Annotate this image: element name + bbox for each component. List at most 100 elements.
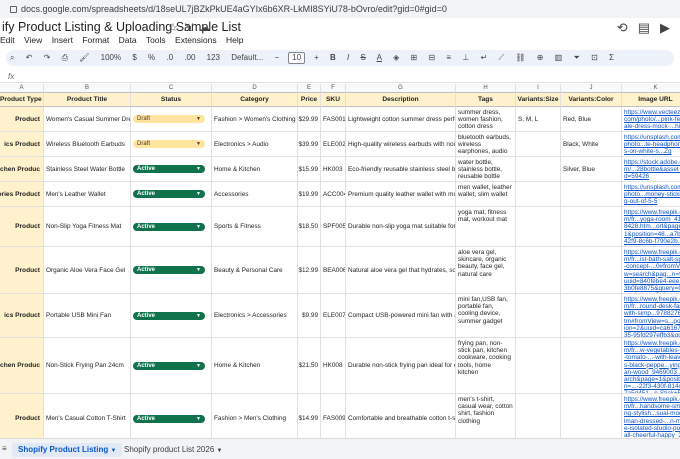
hdr-product-type[interactable]: Product Type	[0, 93, 44, 107]
cell-title[interactable]: Stainless Steel Water Bottle	[44, 157, 131, 182]
fill-color-icon[interactable]: ◈	[393, 53, 399, 62]
cell-size[interactable]	[516, 338, 561, 394]
cell-title[interactable]: Portable USB Mini Fan	[44, 294, 131, 338]
cell-size[interactable]	[516, 247, 561, 294]
cell-color[interactable]: Red, Blue	[561, 107, 622, 132]
cell-type[interactable]: ories Product	[0, 182, 44, 207]
comment-add-icon[interactable]: ⊕	[537, 53, 544, 62]
cell-category[interactable]: Sports & Fitness	[212, 207, 298, 247]
cell-image[interactable]: https://www.freepik.com/fr...handsome-sm…	[622, 394, 680, 438]
cell-image[interactable]: https://unsplash.com/photo...money-stick…	[622, 182, 680, 207]
column-header-c[interactable]: C	[131, 84, 212, 93]
increase-decimal-button[interactable]: .00	[184, 53, 195, 62]
bold-button[interactable]: B	[330, 53, 336, 62]
cell-color[interactable]	[561, 394, 622, 438]
cell-category[interactable]: Home & Kitchen	[212, 338, 298, 394]
cell-category[interactable]: Accessories	[212, 182, 298, 207]
menu-help[interactable]: Help	[226, 35, 243, 45]
menu-extensions[interactable]: Extensions	[175, 35, 217, 45]
wrap-icon[interactable]: ↵	[481, 53, 488, 62]
column-header-h[interactable]: H	[456, 84, 516, 93]
status-chip[interactable]: Active ▼	[133, 165, 205, 173]
font-size-decrease[interactable]: −	[274, 53, 279, 62]
cell-price[interactable]: $19.99	[298, 182, 321, 207]
paint-format-icon[interactable]: 🖌	[79, 53, 89, 62]
link-icon[interactable]: ⛓	[515, 53, 525, 62]
cell-price[interactable]: $39.99	[298, 132, 321, 157]
cell-tags[interactable]: summer dress, women fashion, cotton dres…	[456, 107, 516, 132]
cell-image[interactable]: https://www.freepik.com/fr...round-desk-…	[622, 294, 680, 338]
all-sheets-icon[interactable]: ≡	[2, 444, 7, 453]
number-format-button[interactable]: 123	[207, 53, 220, 62]
cell-sku[interactable]: ACC004	[321, 182, 346, 207]
cell-desc[interactable]: Eco-friendly reusable stainless steel bo…	[346, 157, 456, 182]
rotate-icon[interactable]: ⟋	[498, 53, 504, 62]
meet-icon[interactable]: ▶	[660, 20, 670, 35]
cloud-status-icon[interactable]: ☁	[199, 22, 216, 34]
views-icon[interactable]: ⊡	[591, 53, 598, 62]
cell-sku[interactable]: FAS001	[321, 107, 346, 132]
hdr-image-url[interactable]: Image URL	[622, 93, 680, 107]
hdr-variants-size[interactable]: Variants:Size	[516, 93, 561, 107]
cell-tags[interactable]: aloe vera gel, skincare, organic beauty,…	[456, 247, 516, 294]
functions-icon[interactable]: Σ	[609, 53, 614, 62]
menu-view[interactable]: View	[24, 35, 42, 45]
zoom-select[interactable]: 100%	[101, 53, 121, 62]
status-chip[interactable]: Draft ▼	[133, 140, 205, 148]
cell-sku[interactable]: ELE002	[321, 132, 346, 157]
percent-format-button[interactable]: %	[148, 53, 155, 62]
column-header-f[interactable]: F	[321, 84, 346, 93]
cell-status[interactable]: Draft ▼	[131, 107, 212, 132]
valign-icon[interactable]: ⊥	[462, 53, 469, 62]
column-header-e[interactable]: E	[298, 84, 321, 93]
menu-format[interactable]: Format	[82, 35, 109, 45]
cell-status[interactable]: Active ▼	[131, 338, 212, 394]
cell-sku[interactable]: HK008	[321, 338, 346, 394]
font-size-input[interactable]: 10	[288, 52, 306, 64]
cell-title[interactable]: Wireless Bluetooth Earbuds	[44, 132, 131, 157]
hdr-category[interactable]: Category	[212, 93, 298, 107]
cell-color[interactable]: Silver, Blue	[561, 157, 622, 182]
cell-size[interactable]	[516, 294, 561, 338]
address-bar[interactable]: docs.google.com/spreadsheets/d/18seUL7jB…	[0, 0, 680, 18]
cell-desc[interactable]: Durable non-stick frying pan ideal for e…	[346, 338, 456, 394]
cell-sku[interactable]: SPF005	[321, 207, 346, 247]
cell-size[interactable]: S, M, L	[516, 107, 561, 132]
status-chip[interactable]: Active ▼	[133, 414, 205, 423]
status-chip[interactable]: Draft ▼	[133, 115, 205, 123]
cell-color[interactable]: Black, White	[561, 132, 622, 157]
star-icon[interactable]: ☆	[168, 22, 184, 34]
cell-type[interactable]: Kitchen Produc	[0, 157, 44, 182]
cell-desc[interactable]: High-quality wireless earbuds with noise	[346, 132, 456, 157]
strikethrough-button[interactable]: S	[360, 53, 365, 62]
column-header-j[interactable]: J	[561, 84, 622, 93]
cell-image[interactable]: https://www.freepik.com/fr...yoga-room_4…	[622, 207, 680, 247]
currency-format-button[interactable]: $	[132, 53, 136, 62]
cell-status[interactable]: Active ▼	[131, 247, 212, 294]
cell-type[interactable]: Kitchen Produc	[0, 338, 44, 394]
decrease-decimal-button[interactable]: .0	[166, 53, 173, 62]
cell-type[interactable]: Product	[0, 247, 44, 294]
font-size-increase[interactable]: +	[314, 53, 319, 62]
cell-category[interactable]: Fashion > Men's Clothing	[212, 394, 298, 438]
cell-image[interactable]: https://www.freepik.com/fr...w-vegetable…	[622, 338, 680, 394]
cell-price[interactable]: $18.50	[298, 207, 321, 247]
status-chip[interactable]: Active ▼	[133, 190, 205, 198]
menu-edit[interactable]: Edit	[0, 35, 15, 45]
merge-cells-icon[interactable]: ⊟	[428, 53, 435, 62]
cell-category[interactable]: Home & Kitchen	[212, 157, 298, 182]
sheet-tab-active[interactable]: Shopify Product Listing ▼	[12, 443, 123, 457]
cell-title[interactable]: Non-Stick Frying Pan 24cm	[44, 338, 131, 394]
cell-tags[interactable]: men's t-shirt, casual wear, cotton shirt…	[456, 394, 516, 438]
formula-bar[interactable]: fx	[0, 70, 680, 83]
align-left-icon[interactable]: ≡	[446, 53, 451, 62]
cell-price[interactable]: $14.99	[298, 394, 321, 438]
cell-category[interactable]: Fashion > Women's Clothing	[212, 107, 298, 132]
cell-status[interactable]: Active ▼	[131, 394, 212, 438]
cell-price[interactable]: $15.99	[298, 157, 321, 182]
italic-button[interactable]: I	[347, 53, 349, 62]
hdr-tags[interactable]: Tags	[456, 93, 516, 107]
column-header-i[interactable]: I	[516, 84, 561, 93]
status-chip[interactable]: Active ▼	[133, 361, 205, 370]
cell-size[interactable]	[516, 207, 561, 247]
